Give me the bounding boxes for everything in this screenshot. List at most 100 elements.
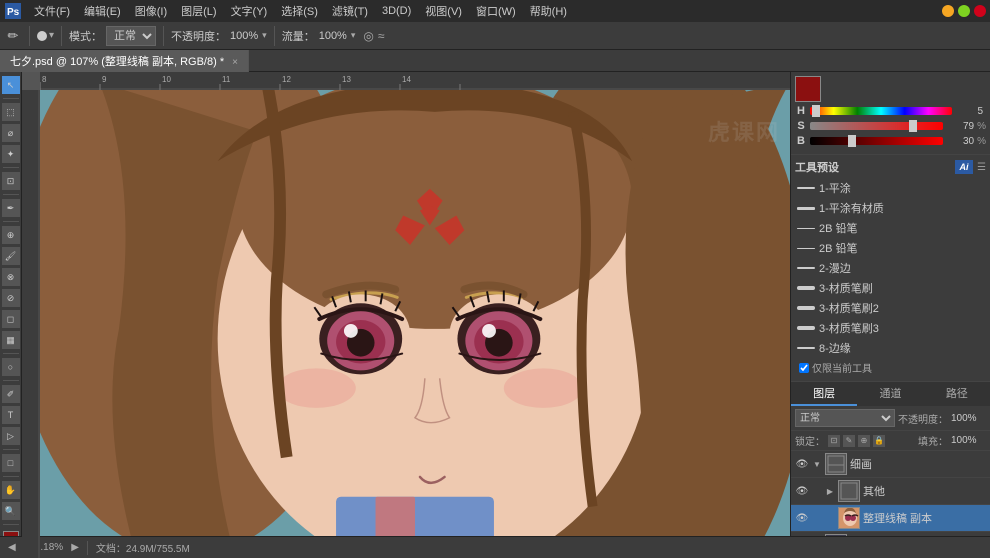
tab-close-button[interactable]: ×: [232, 57, 238, 68]
only-checkbox-input[interactable]: [799, 363, 809, 373]
brush-size-down[interactable]: ▾: [49, 30, 54, 41]
hand-tool[interactable]: ✋: [2, 481, 20, 499]
gradient-tool[interactable]: ▦: [2, 331, 20, 349]
minimize-button[interactable]: [942, 5, 954, 17]
brightness-unit: %: [977, 136, 986, 147]
layer-visibility-sketch[interactable]: 👁: [795, 511, 809, 525]
saturation-row: S 79 %: [795, 120, 986, 132]
active-tab[interactable]: 七夕.psd @ 107% (整理线稿 副本, RGB/8) * ×: [0, 50, 249, 72]
layer-group-xd[interactable]: 👁 ▼ 细画: [791, 451, 990, 478]
preset-item-8[interactable]: 3-材质笔刷3: [795, 318, 986, 338]
shape-tool[interactable]: □: [2, 454, 20, 472]
brightness-value: 30: [946, 136, 974, 147]
tool-separator-4: [3, 221, 19, 222]
preset-item-6[interactable]: 3-材质笔刷: [795, 278, 986, 298]
only-current-tool[interactable]: 仅限当前工具: [795, 358, 986, 377]
brush-size-icon: ▾: [37, 30, 54, 41]
preset-label-1: 1-平涂: [819, 180, 851, 196]
tools-preset-title: 工具预设: [795, 159, 839, 175]
brush-tool[interactable]: 🖌: [2, 247, 20, 265]
mode-label: 模式：: [69, 28, 102, 44]
eyedropper-tool[interactable]: ✒: [2, 199, 20, 217]
preset-label-2: 1-平涂有材质: [819, 200, 884, 216]
layer-expand-xd[interactable]: ▼: [812, 459, 822, 469]
preset-icon-8: [797, 326, 815, 330]
menu-help[interactable]: 帮助(H): [524, 1, 573, 21]
layer-expand-other[interactable]: ▶: [825, 486, 835, 496]
layer-group-other[interactable]: 👁 ▶ 其他: [791, 478, 990, 505]
move-tool[interactable]: ↖: [2, 76, 20, 94]
saturation-label: S: [795, 120, 807, 132]
layer-visibility-xd[interactable]: 👁: [795, 457, 809, 471]
menu-filter[interactable]: 滤镜(T): [326, 1, 374, 21]
path-select-tool[interactable]: ▷: [2, 427, 20, 445]
menu-edit[interactable]: 编辑(E): [78, 1, 127, 21]
canvas-area: 8 9 10 11 12 13 14 8 9: [22, 72, 790, 558]
airbrush-icon[interactable]: ◎: [363, 29, 373, 43]
hue-slider[interactable]: [810, 107, 952, 115]
spot-healing-tool[interactable]: ⊕: [2, 226, 20, 244]
opacity-toggle[interactable]: ▾: [262, 30, 267, 41]
pressure-icon[interactable]: ≈: [378, 29, 385, 43]
pen-tool[interactable]: ✐: [2, 385, 20, 403]
layers-tabs: 图层 通道 路径: [791, 382, 990, 406]
tab-channels[interactable]: 通道: [857, 382, 923, 406]
preset-item-5[interactable]: 2-漫边: [795, 258, 986, 278]
canvas-bg[interactable]: 虎课网: [40, 90, 790, 558]
lock-paint-icon[interactable]: ✎: [843, 435, 855, 447]
history-brush-tool[interactable]: ⊘: [2, 289, 20, 307]
saturation-slider[interactable]: [810, 122, 943, 130]
preset-item-4[interactable]: 2B 铅笔: [795, 238, 986, 258]
preset-item-2[interactable]: 1-平涂有材质: [795, 198, 986, 218]
menu-select[interactable]: 选择(S): [275, 1, 324, 21]
svg-text:14: 14: [402, 75, 411, 84]
lasso-tool[interactable]: ⌀: [2, 124, 20, 142]
ruler-top: 8 9 10 11 12 13 14: [40, 72, 790, 90]
tool-separator-2: [3, 167, 19, 168]
tab-paths[interactable]: 路径: [924, 382, 990, 406]
menu-text[interactable]: 文字(Y): [225, 1, 274, 21]
magic-wand-tool[interactable]: ✦: [2, 145, 20, 163]
status-arrow-right[interactable]: ▶: [71, 542, 79, 553]
preset-item-3[interactable]: 2B 铅笔: [795, 218, 986, 238]
tool-separator-3: [3, 194, 19, 195]
blend-mode-select[interactable]: 正常: [795, 409, 895, 427]
menu-window[interactable]: 窗口(W): [470, 1, 522, 21]
lock-all-icon[interactable]: 🔒: [873, 435, 885, 447]
preset-item-1[interactable]: 1-平涂: [795, 178, 986, 198]
mode-select[interactable]: 正常: [106, 26, 156, 46]
tab-layers[interactable]: 图层: [791, 382, 857, 406]
menu-file[interactable]: 文件(F): [28, 1, 76, 21]
tools-preset-menu[interactable]: ☰: [977, 162, 986, 173]
preset-label-4: 2B 铅笔: [819, 240, 858, 256]
text-tool[interactable]: T: [2, 406, 20, 424]
crop-tool[interactable]: ⊡: [2, 172, 20, 190]
tool-separator-5: [3, 353, 19, 354]
menu-image[interactable]: 图像(I): [129, 1, 173, 21]
brightness-slider[interactable]: [810, 137, 943, 145]
flow-toggle[interactable]: ▾: [351, 30, 356, 41]
layer-visibility-other[interactable]: 👁: [795, 484, 809, 498]
tab-filename: 七夕.psd @ 107% (整理线稿 副本, RGB/8) *: [10, 56, 224, 68]
preset-label-9: 8-边缘: [819, 340, 851, 356]
close-button[interactable]: [974, 5, 986, 17]
saturation-value: 79: [946, 121, 974, 132]
foreground-color-swatch[interactable]: [795, 76, 821, 102]
preset-icon-1: [797, 187, 815, 189]
clone-stamp-tool[interactable]: ⊗: [2, 268, 20, 286]
maximize-button[interactable]: [958, 5, 970, 17]
preset-item-9[interactable]: 8-边缘: [795, 338, 986, 358]
marquee-tool[interactable]: ⬚: [2, 103, 20, 121]
layer-sketch-copy[interactable]: 👁 整理线稿 副本: [791, 505, 990, 532]
status-arrow-left[interactable]: ◀: [8, 542, 16, 553]
lock-position-icon[interactable]: ⊕: [858, 435, 870, 447]
eraser-tool[interactable]: ◻: [2, 310, 20, 328]
dodge-tool[interactable]: ○: [2, 358, 20, 376]
lock-transparent-icon[interactable]: ⊡: [828, 435, 840, 447]
menu-layer[interactable]: 图层(L): [175, 1, 222, 21]
menu-view[interactable]: 视图(V): [419, 1, 468, 21]
preset-icon-6: [797, 286, 815, 290]
menu-3d[interactable]: 3D(D): [376, 3, 417, 19]
preset-item-7[interactable]: 3-材质笔刷2: [795, 298, 986, 318]
zoom-tool[interactable]: 🔍: [2, 502, 20, 520]
